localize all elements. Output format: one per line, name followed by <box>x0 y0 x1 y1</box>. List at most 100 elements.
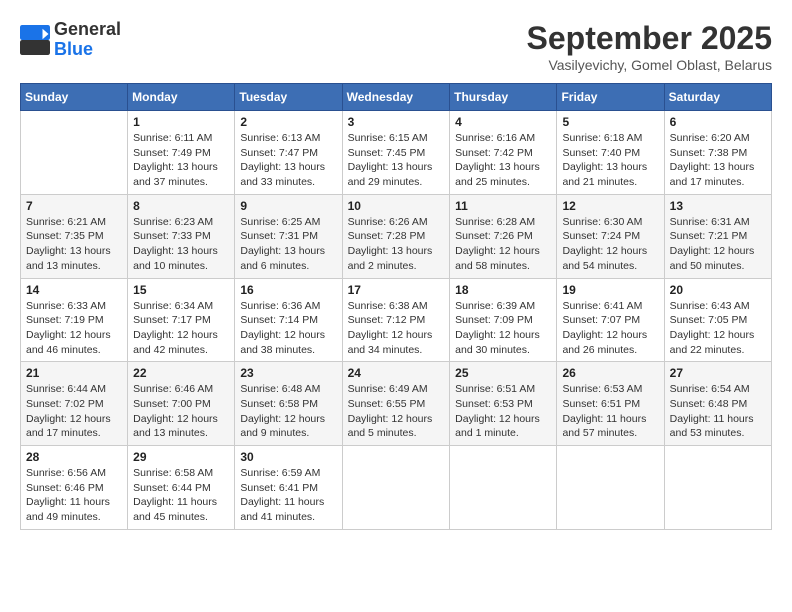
header-row: SundayMondayTuesdayWednesdayThursdayFrid… <box>21 84 772 111</box>
week-row-4: 28Sunrise: 6:56 AMSunset: 6:46 PMDayligh… <box>21 446 772 530</box>
day-info: Sunrise: 6:36 AMSunset: 7:14 PMDaylight:… <box>240 299 336 358</box>
day-number: 14 <box>26 283 122 297</box>
week-row-2: 14Sunrise: 6:33 AMSunset: 7:19 PMDayligh… <box>21 278 772 362</box>
page-header: General Blue September 2025 Vasilyevichy… <box>20 20 772 73</box>
day-info: Sunrise: 6:30 AMSunset: 7:24 PMDaylight:… <box>562 215 658 274</box>
header-friday: Friday <box>557 84 664 111</box>
day-number: 2 <box>240 115 336 129</box>
calendar-cell: 29 Sunrise: 6:58 AMSunset: 6:44 PMDayligh… <box>128 446 235 530</box>
header-saturday: Saturday <box>664 84 771 111</box>
day-info: Sunrise: 6:41 AMSunset: 7:07 PMDaylight:… <box>562 299 658 358</box>
calendar-cell: 26 Sunrise: 6:53 AMSunset: 6:51 PMDayligh… <box>557 362 664 446</box>
day-info: Sunrise: 6:51 AMSunset: 6:53 PMDaylight:… <box>455 382 551 441</box>
day-info: Sunrise: 6:21 AMSunset: 7:35 PMDaylight:… <box>26 215 122 274</box>
day-number: 26 <box>562 366 658 380</box>
calendar-cell: 19 Sunrise: 6:41 AMSunset: 7:07 PMDayligh… <box>557 278 664 362</box>
calendar-cell <box>557 446 664 530</box>
calendar-cell: 7 Sunrise: 6:21 AMSunset: 7:35 PMDaylight… <box>21 194 128 278</box>
week-row-0: 1 Sunrise: 6:11 AMSunset: 7:49 PMDaylight… <box>21 111 772 195</box>
day-number: 9 <box>240 199 336 213</box>
logo-blue: Blue <box>54 40 121 60</box>
calendar-cell: 21 Sunrise: 6:44 AMSunset: 7:02 PMDayligh… <box>21 362 128 446</box>
day-info: Sunrise: 6:38 AMSunset: 7:12 PMDaylight:… <box>348 299 445 358</box>
day-info: Sunrise: 6:16 AMSunset: 7:42 PMDaylight:… <box>455 131 551 190</box>
logo-icon <box>20 25 50 55</box>
calendar-cell <box>664 446 771 530</box>
day-info: Sunrise: 6:46 AMSunset: 7:00 PMDaylight:… <box>133 382 229 441</box>
header-sunday: Sunday <box>21 84 128 111</box>
day-info: Sunrise: 6:59 AMSunset: 6:41 PMDaylight:… <box>240 466 336 525</box>
calendar-cell: 28Sunrise: 6:56 AMSunset: 6:46 PMDayligh… <box>21 446 128 530</box>
month-title: September 2025 <box>527 20 772 57</box>
day-info: Sunrise: 6:26 AMSunset: 7:28 PMDaylight:… <box>348 215 445 274</box>
calendar-cell: 11Sunrise: 6:28 AMSunset: 7:26 PMDayligh… <box>450 194 557 278</box>
day-number: 27 <box>670 366 766 380</box>
day-number: 19 <box>562 283 658 297</box>
calendar-cell <box>342 446 450 530</box>
header-monday: Monday <box>128 84 235 111</box>
calendar-cell: 9Sunrise: 6:25 AMSunset: 7:31 PMDaylight… <box>235 194 342 278</box>
calendar-cell: 27 Sunrise: 6:54 AMSunset: 6:48 PMDayligh… <box>664 362 771 446</box>
day-number: 13 <box>670 199 766 213</box>
day-number: 29 <box>133 450 229 464</box>
calendar-cell: 4Sunrise: 6:16 AMSunset: 7:42 PMDaylight… <box>450 111 557 195</box>
calendar-header: SundayMondayTuesdayWednesdayThursdayFrid… <box>21 84 772 111</box>
day-number: 18 <box>455 283 551 297</box>
day-info: Sunrise: 6:44 AMSunset: 7:02 PMDaylight:… <box>26 382 122 441</box>
week-row-1: 7 Sunrise: 6:21 AMSunset: 7:35 PMDaylight… <box>21 194 772 278</box>
calendar-cell: 8Sunrise: 6:23 AMSunset: 7:33 PMDaylight… <box>128 194 235 278</box>
day-number: 15 <box>133 283 229 297</box>
day-number: 22 <box>133 366 229 380</box>
calendar-cell: 30Sunrise: 6:59 AMSunset: 6:41 PMDayligh… <box>235 446 342 530</box>
calendar-cell: 2Sunrise: 6:13 AMSunset: 7:47 PMDaylight… <box>235 111 342 195</box>
calendar-cell: 24 Sunrise: 6:49 AMSunset: 6:55 PMDayligh… <box>342 362 450 446</box>
logo: General Blue <box>20 20 121 60</box>
day-info: Sunrise: 6:56 AMSunset: 6:46 PMDaylight:… <box>26 466 122 525</box>
calendar-cell: 25 Sunrise: 6:51 AMSunset: 6:53 PMDayligh… <box>450 362 557 446</box>
logo-text: General Blue <box>54 20 121 60</box>
calendar-table: SundayMondayTuesdayWednesdayThursdayFrid… <box>20 83 772 530</box>
title-block: September 2025 Vasilyevichy, Gomel Oblas… <box>527 20 772 73</box>
day-number: 24 <box>348 366 445 380</box>
day-info: Sunrise: 6:58 AMSunset: 6:44 PMDaylight:… <box>133 466 229 525</box>
day-number: 12 <box>562 199 658 213</box>
day-info: Sunrise: 6:49 AMSunset: 6:55 PMDaylight:… <box>348 382 445 441</box>
day-number: 11 <box>455 199 551 213</box>
day-info: Sunrise: 6:34 AMSunset: 7:17 PMDaylight:… <box>133 299 229 358</box>
calendar-cell: 20 Sunrise: 6:43 AMSunset: 7:05 PMDayligh… <box>664 278 771 362</box>
calendar-cell: 3Sunrise: 6:15 AMSunset: 7:45 PMDaylight… <box>342 111 450 195</box>
day-number: 7 <box>26 199 122 213</box>
day-number: 1 <box>133 115 229 129</box>
day-info: Sunrise: 6:43 AMSunset: 7:05 PMDaylight:… <box>670 299 766 358</box>
calendar-cell <box>450 446 557 530</box>
calendar-cell: 12 Sunrise: 6:30 AMSunset: 7:24 PMDayligh… <box>557 194 664 278</box>
day-info: Sunrise: 6:31 AMSunset: 7:21 PMDaylight:… <box>670 215 766 274</box>
calendar-cell: 22 Sunrise: 6:46 AMSunset: 7:00 PMDayligh… <box>128 362 235 446</box>
calendar-cell <box>21 111 128 195</box>
day-info: Sunrise: 6:11 AMSunset: 7:49 PMDaylight:… <box>133 131 229 190</box>
calendar-cell: 18 Sunrise: 6:39 AMSunset: 7:09 PMDayligh… <box>450 278 557 362</box>
calendar-body: 1 Sunrise: 6:11 AMSunset: 7:49 PMDaylight… <box>21 111 772 530</box>
day-number: 6 <box>670 115 766 129</box>
calendar-cell: 15 Sunrise: 6:34 AMSunset: 7:17 PMDayligh… <box>128 278 235 362</box>
calendar-cell: 14Sunrise: 6:33 AMSunset: 7:19 PMDayligh… <box>21 278 128 362</box>
day-number: 5 <box>562 115 658 129</box>
header-wednesday: Wednesday <box>342 84 450 111</box>
day-info: Sunrise: 6:53 AMSunset: 6:51 PMDaylight:… <box>562 382 658 441</box>
day-number: 17 <box>348 283 445 297</box>
calendar-cell: 6 Sunrise: 6:20 AMSunset: 7:38 PMDaylight… <box>664 111 771 195</box>
week-row-3: 21 Sunrise: 6:44 AMSunset: 7:02 PMDayligh… <box>21 362 772 446</box>
day-info: Sunrise: 6:20 AMSunset: 7:38 PMDaylight:… <box>670 131 766 190</box>
day-info: Sunrise: 6:54 AMSunset: 6:48 PMDaylight:… <box>670 382 766 441</box>
day-info: Sunrise: 6:18 AMSunset: 7:40 PMDaylight:… <box>562 131 658 190</box>
day-number: 21 <box>26 366 122 380</box>
day-number: 23 <box>240 366 336 380</box>
logo-general: General <box>54 20 121 40</box>
day-info: Sunrise: 6:39 AMSunset: 7:09 PMDaylight:… <box>455 299 551 358</box>
header-thursday: Thursday <box>450 84 557 111</box>
day-number: 16 <box>240 283 336 297</box>
calendar-cell: 1 Sunrise: 6:11 AMSunset: 7:49 PMDaylight… <box>128 111 235 195</box>
header-tuesday: Tuesday <box>235 84 342 111</box>
day-number: 20 <box>670 283 766 297</box>
day-number: 25 <box>455 366 551 380</box>
